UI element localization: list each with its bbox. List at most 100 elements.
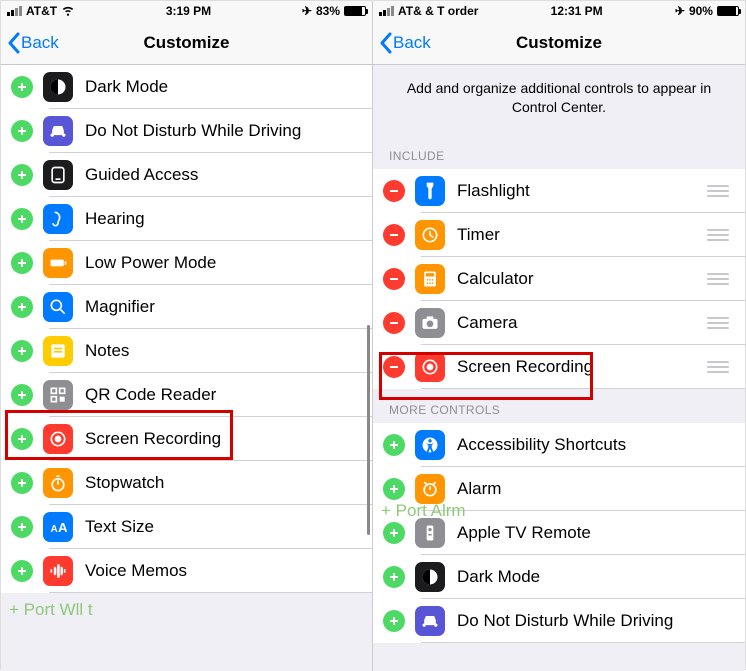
- dark-mode-icon: [415, 562, 445, 592]
- remove-button[interactable]: [383, 224, 405, 246]
- list-item[interactable]: Flashlight: [373, 169, 745, 213]
- list-item[interactable]: AA Text Size: [1, 505, 372, 549]
- add-button[interactable]: [11, 516, 33, 538]
- drag-handle-icon[interactable]: [707, 185, 731, 197]
- status-bar: AT&T 3:19 PM ✈ 83%: [1, 1, 372, 21]
- nav-title: Customize: [144, 33, 230, 53]
- record-icon: [415, 352, 445, 382]
- textsize-icon: AA: [43, 512, 73, 542]
- remove-button[interactable]: [383, 356, 405, 378]
- back-button[interactable]: Back: [379, 32, 431, 54]
- qr-icon: [43, 380, 73, 410]
- status-time: 12:31 PM: [551, 4, 603, 18]
- row-label: Do Not Disturb While Driving: [457, 611, 731, 631]
- add-button[interactable]: [383, 434, 405, 456]
- battery-pct: 83%: [316, 4, 340, 18]
- list-item[interactable]: Screen Recording: [1, 417, 372, 461]
- back-label: Back: [21, 33, 59, 53]
- add-button[interactable]: [11, 252, 33, 274]
- list-item[interactable]: QR Code Reader: [1, 373, 372, 417]
- add-button[interactable]: [383, 566, 405, 588]
- list-item[interactable]: Dark Mode: [373, 555, 745, 599]
- add-button[interactable]: [11, 208, 33, 230]
- list-item[interactable]: Screen Recording: [373, 345, 745, 389]
- list-item[interactable]: Notes: [1, 329, 372, 373]
- add-button[interactable]: [11, 428, 33, 450]
- drag-handle-icon[interactable]: [707, 361, 731, 373]
- drag-handle-icon[interactable]: [707, 273, 731, 285]
- row-label: Dark Mode: [457, 567, 731, 587]
- list-item[interactable]: Do Not Disturb While Driving: [1, 109, 372, 153]
- list-item[interactable]: Magnifier: [1, 285, 372, 329]
- add-button[interactable]: [383, 522, 405, 544]
- add-button[interactable]: [11, 472, 33, 494]
- include-list: Flashlight TimerCalculator Camera Screen Re…: [373, 169, 745, 389]
- list-item[interactable]: Apple TV Remote: [373, 511, 745, 555]
- list-item[interactable]: Guided Access: [1, 153, 372, 197]
- row-label: Flashlight: [457, 181, 707, 201]
- list-item[interactable]: Stopwatch: [1, 461, 372, 505]
- row-label: Dark Mode: [85, 77, 358, 97]
- dark-mode-icon: [43, 72, 73, 102]
- add-button[interactable]: [11, 296, 33, 318]
- battery-icon: [43, 248, 73, 278]
- list-item[interactable]: Dark Mode: [1, 65, 372, 109]
- back-button[interactable]: Back: [7, 32, 59, 54]
- drag-handle-icon[interactable]: [707, 317, 731, 329]
- row-label: Low Power Mode: [85, 253, 358, 273]
- remove-button[interactable]: [383, 268, 405, 290]
- add-button[interactable]: [11, 120, 33, 142]
- list-item[interactable]: Accessibility Shortcuts: [373, 423, 745, 467]
- timer-icon: [415, 220, 445, 250]
- add-button[interactable]: [11, 76, 33, 98]
- list-item[interactable]: Do Not Disturb While Driving: [373, 599, 745, 643]
- more-controls-list: Dark Mode Do Not Disturb While Driving Gui…: [1, 65, 372, 593]
- list-item[interactable]: Alarm: [373, 467, 745, 511]
- car-icon: [415, 606, 445, 636]
- row-label: Do Not Disturb While Driving: [85, 121, 358, 141]
- status-bar: AT& & T order 12:31 PM ✈ 90%: [373, 1, 745, 21]
- notes-icon: [43, 336, 73, 366]
- row-label: Camera: [457, 313, 707, 333]
- row-label: Voice Memos: [85, 561, 358, 581]
- list-item[interactable]: Timer: [373, 213, 745, 257]
- nav-bar: Back Customize: [373, 21, 745, 65]
- more-controls-list: Accessibility ShortcutsAlarmApple TV Rem…: [373, 423, 745, 643]
- watermark-text: + Port Wll t: [9, 600, 93, 620]
- remove-button[interactable]: [383, 180, 405, 202]
- add-button[interactable]: [11, 340, 33, 362]
- add-button[interactable]: [11, 384, 33, 406]
- scrollbar-thumb[interactable]: [367, 325, 370, 535]
- row-label: Notes: [85, 341, 358, 361]
- row-label: Guided Access: [85, 165, 358, 185]
- row-label: Text Size: [85, 517, 358, 537]
- list-item[interactable]: Low Power Mode: [1, 241, 372, 285]
- record-icon: [43, 424, 73, 454]
- magnifier-icon: [43, 292, 73, 322]
- location-icon: ✈: [302, 4, 312, 18]
- add-button[interactable]: [383, 478, 405, 500]
- wifi-icon: [61, 3, 75, 20]
- list-item[interactable]: Hearing: [1, 197, 372, 241]
- chevron-left-icon: [379, 32, 393, 54]
- list-item[interactable]: Camera: [373, 301, 745, 345]
- ear-icon: [43, 204, 73, 234]
- row-label: Hearing: [85, 209, 358, 229]
- alarm-icon: [415, 474, 445, 504]
- list-item[interactable]: Voice Memos: [1, 549, 372, 593]
- section-header-more: MORE CONTROLS: [373, 389, 745, 423]
- list-item[interactable]: Calculator: [373, 257, 745, 301]
- car-icon: [43, 116, 73, 146]
- row-label: Screen Recording: [457, 357, 707, 377]
- guided-icon: [43, 160, 73, 190]
- add-button[interactable]: [11, 560, 33, 582]
- remove-button[interactable]: [383, 312, 405, 334]
- remote-icon: [415, 518, 445, 548]
- content-area: Add and organize additional controls to …: [373, 65, 745, 671]
- row-label: Screen Recording: [85, 429, 358, 449]
- drag-handle-icon[interactable]: [707, 229, 731, 241]
- add-button[interactable]: [11, 164, 33, 186]
- add-button[interactable]: [383, 610, 405, 632]
- voice-icon: [43, 556, 73, 586]
- svg-text:A: A: [51, 524, 58, 535]
